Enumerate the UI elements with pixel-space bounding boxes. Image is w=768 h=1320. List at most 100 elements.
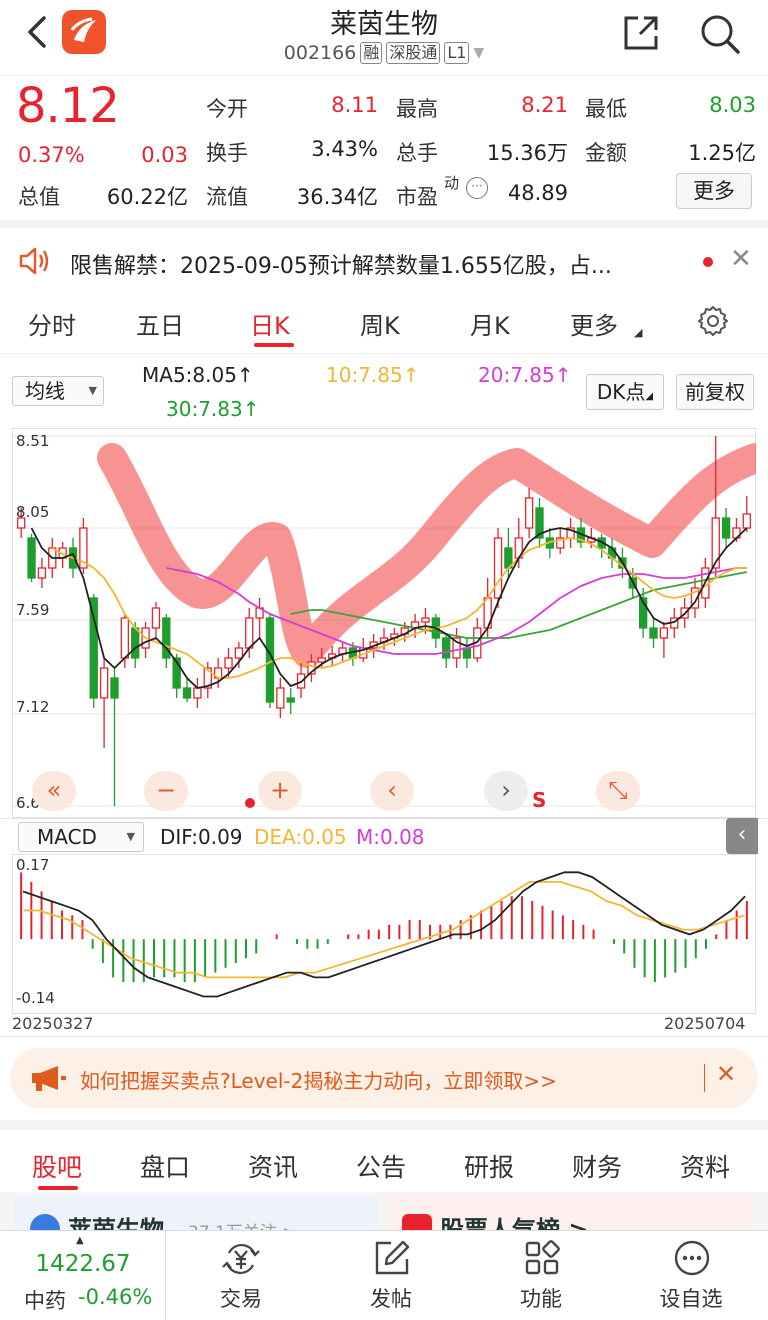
level-tag[interactable]: L1: [444, 42, 470, 64]
tab-news[interactable]: 资讯: [248, 1148, 298, 1184]
tab-research[interactable]: 研报: [464, 1148, 514, 1184]
nav-watchlist[interactable]: 设自选: [616, 1231, 766, 1320]
x-end-date: 20250704: [664, 1014, 746, 1033]
promo-text: 如何把握买卖点?Level-2揭秘主力动向，立即领取>>: [80, 1069, 557, 1093]
float-value: 36.34亿: [296, 185, 378, 209]
caret-down-icon[interactable]: ▼: [473, 45, 484, 61]
more-button[interactable]: 更多: [676, 173, 752, 209]
turnover-value: 3.43%: [311, 137, 378, 161]
candle-up: [245, 617, 254, 649]
indicator-select[interactable]: 均线 ▼: [12, 376, 104, 406]
nav-functions-label: 功能: [520, 1287, 562, 1311]
unread-dot: [703, 257, 713, 267]
open-value: 8.11: [331, 93, 378, 117]
collapse-chevron-icon[interactable]: ‹: [726, 818, 758, 854]
tab-more[interactable]: 更多: [570, 306, 618, 341]
speaker-icon: [18, 246, 52, 280]
y-tick-8-51: 8.51: [16, 432, 50, 450]
sell-signal-label: S: [532, 788, 547, 812]
rewind-button[interactable]: «: [32, 771, 76, 811]
nav-post[interactable]: 发帖: [316, 1231, 466, 1320]
tab-intraday[interactable]: 分时: [28, 306, 76, 341]
macd-y-top: 0.17: [16, 856, 50, 874]
tab-announcements[interactable]: 公告: [356, 1148, 406, 1184]
active-tab-indicator: [254, 343, 294, 347]
prev-button[interactable]: ‹: [370, 771, 414, 811]
candle-up: [421, 617, 430, 623]
m-label: M:0.08: [356, 825, 425, 849]
macd-select[interactable]: MACD ▼: [18, 822, 144, 852]
tab-five-day[interactable]: 五日: [136, 306, 184, 341]
margin-tag: 融: [360, 42, 383, 64]
close-icon[interactable]: ✕: [716, 1060, 736, 1088]
forward-adjust-button[interactable]: 前复权: [676, 374, 754, 410]
megaphone-icon: [28, 1064, 68, 1096]
tab-profile[interactable]: 资料: [680, 1148, 730, 1184]
candle-up: [224, 657, 233, 669]
candle-up: [317, 657, 326, 663]
next-button[interactable]: ›: [484, 771, 528, 811]
nav-post-label: 发帖: [370, 1287, 412, 1311]
more-circle-icon: [673, 1239, 711, 1281]
nav-functions[interactable]: 功能: [466, 1231, 616, 1320]
notice-bar[interactable]: 限售解禁：2025-09-05预计解禁数量1.655亿股，占... ✕: [0, 220, 768, 292]
low-value: 8.03: [709, 93, 756, 117]
candle-down: [442, 637, 451, 659]
candle-down: [286, 697, 295, 703]
candle-up: [234, 647, 244, 659]
ma20-label: 20:7.85↑: [478, 363, 572, 387]
more-dots-icon[interactable]: ···: [466, 177, 488, 199]
dif-line: [22, 871, 746, 998]
change-percent: 0.37%: [18, 143, 85, 167]
fullscreen-button[interactable]: ⤡: [596, 771, 640, 811]
zoom-out-button[interactable]: −: [144, 771, 188, 811]
candle-down: [649, 627, 658, 639]
popularity-card-title: 股票人气榜 >: [440, 1216, 589, 1230]
nav-watchlist-label: 设自选: [659, 1287, 723, 1311]
divider: [0, 1036, 768, 1037]
chart-period-tabs: 分时 五日 日K 周K 月K 更多 ◢: [0, 292, 768, 354]
tab-monthly-k[interactable]: 月K: [470, 306, 510, 341]
tab-forum[interactable]: 股吧: [32, 1148, 82, 1184]
current-price: 8.12: [16, 78, 120, 134]
nav-trade[interactable]: 交易: [166, 1231, 316, 1320]
tab-weekly-k[interactable]: 周K: [360, 306, 400, 341]
settings-gear-icon[interactable]: [696, 304, 730, 342]
dk-point-button[interactable]: DK点◢: [586, 374, 664, 410]
divider: [0, 818, 768, 819]
ma30-label: 30:7.83↑: [166, 397, 260, 421]
tab-financials[interactable]: 财务: [572, 1148, 622, 1184]
chart-frame: [12, 854, 756, 1014]
cards-row: 莱茵生物 37.1万关注 > 股票人气榜 >: [0, 1192, 768, 1230]
candle-up: [524, 497, 534, 529]
forum-card[interactable]: 莱茵生物 37.1万关注 >: [14, 1194, 378, 1230]
macd-chart[interactable]: [12, 854, 756, 1014]
candlestick-chart[interactable]: [12, 428, 756, 818]
candle-up: [99, 667, 109, 699]
candle-up: [659, 627, 669, 639]
pe-value: 48.89: [507, 181, 568, 205]
dk-point-label: DK点: [596, 380, 646, 404]
search-icon[interactable]: [698, 12, 742, 56]
candle-up: [742, 513, 751, 529]
ranking-icon: [402, 1214, 432, 1230]
high-label: 最高: [396, 97, 438, 121]
pe-dynamic-label: 动: [444, 174, 460, 192]
y-tick-7-59: 7.59: [16, 601, 50, 619]
tab-daily-k[interactable]: 日K: [250, 306, 290, 341]
y-tick-7-12: 7.12: [16, 698, 50, 716]
popularity-card[interactable]: 股票人气榜 >: [388, 1194, 752, 1230]
caret-icon: ◢: [645, 391, 654, 402]
index-value: 1422.67: [35, 1251, 131, 1277]
index-ticker[interactable]: ▲ 1422.67 中药 -0.46%: [0, 1231, 166, 1320]
zoom-in-button[interactable]: +: [258, 771, 302, 811]
promo-banner[interactable]: 如何把握买卖点?Level-2揭秘主力动向，立即领取>> ✕: [10, 1048, 758, 1108]
macd-select-label: MACD: [37, 825, 97, 849]
share-icon[interactable]: [620, 12, 662, 54]
signal-dot: [245, 798, 255, 808]
candle-up: [493, 537, 503, 599]
close-icon[interactable]: ✕: [730, 244, 752, 274]
amount-label: 金额: [585, 141, 627, 165]
grid-apps-icon: [523, 1239, 561, 1281]
tab-orderbook[interactable]: 盘口: [140, 1148, 190, 1184]
